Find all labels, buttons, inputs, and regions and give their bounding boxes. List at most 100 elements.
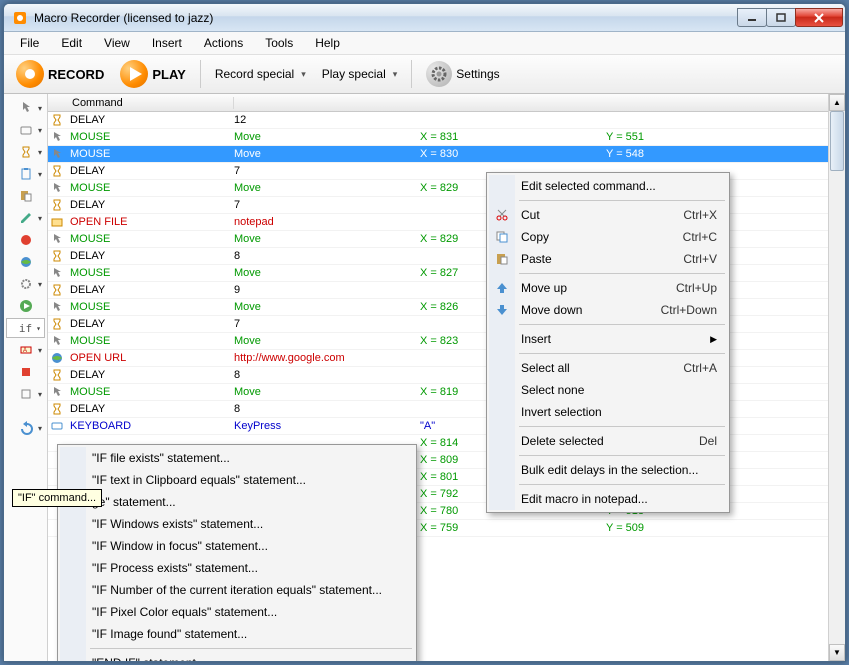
maximize-button[interactable] — [766, 8, 796, 27]
play-special-dropdown[interactable]: Play special — [316, 63, 404, 85]
window-title: Macro Recorder (licensed to jazz) — [34, 11, 738, 25]
context-menu-item[interactable]: Move upCtrl+Up — [489, 277, 727, 299]
context-menu-label: Cut — [521, 208, 540, 222]
if-menu-item[interactable]: "IF file exists" statement... — [60, 447, 414, 469]
if-menu-item[interactable]: "IF Number of the current iteration equa… — [60, 579, 414, 601]
table-row[interactable]: MOUSEMoveX = 831Y = 551 — [48, 129, 845, 146]
sidebar-mouse[interactable] — [6, 98, 45, 118]
menu-edit[interactable]: Edit — [51, 34, 92, 52]
row-command: DELAY — [66, 199, 234, 211]
app-window: Macro Recorder (licensed to jazz) File E… — [3, 3, 846, 662]
context-menu-shortcut: Ctrl+X — [653, 208, 717, 222]
row-param1: Move — [234, 233, 420, 245]
sidebar-keyboard[interactable] — [6, 120, 45, 140]
row-icon — [48, 335, 66, 347]
sidebar-clipboard[interactable] — [6, 164, 45, 184]
context-menu-item[interactable]: Select none — [489, 379, 727, 401]
sidebar-globe[interactable] — [6, 252, 45, 272]
row-param1: http://www.google.com — [234, 352, 420, 364]
context-menu-label: Bulk edit delays in the selection... — [521, 463, 698, 477]
row-command: MOUSE — [66, 301, 234, 313]
row-param1: Move — [234, 182, 420, 194]
context-menu-item[interactable]: PasteCtrl+V — [489, 248, 727, 270]
context-menu-shortcut: Del — [669, 434, 717, 448]
copy-icon — [493, 228, 511, 246]
context-menu-item[interactable]: Cut Ctrl+X — [489, 204, 727, 226]
if-menu-item[interactable]: "IF Process exists" statement... — [60, 557, 414, 579]
context-menu-separator — [519, 455, 725, 456]
context-menu-label: Invert selection — [521, 405, 602, 419]
settings-label: Settings — [456, 67, 499, 81]
record-special-dropdown[interactable]: Record special — [209, 63, 312, 85]
vertical-scrollbar[interactable]: ▲ ▼ — [828, 94, 845, 661]
menu-view[interactable]: View — [94, 34, 140, 52]
row-icon — [48, 182, 66, 194]
scroll-up-button[interactable]: ▲ — [829, 94, 845, 111]
settings-button[interactable]: Settings — [420, 59, 505, 89]
sidebar-if[interactable]: if — [6, 318, 45, 338]
if-menu-item[interactable]: "IF Window in focus" statement... — [60, 535, 414, 557]
context-menu-label: Select all — [521, 361, 570, 375]
row-icon — [48, 165, 66, 177]
sidebar-play2[interactable] — [6, 296, 45, 316]
context-menu-item[interactable]: Edit macro in notepad... — [489, 488, 727, 510]
row-param2: X = 830 — [420, 148, 606, 160]
table-row[interactable]: MOUSEMoveX = 830Y = 548 — [48, 146, 845, 163]
minimize-button[interactable] — [737, 8, 767, 27]
menu-help[interactable]: Help — [305, 34, 350, 52]
play-icon — [120, 60, 148, 88]
if-menu-item[interactable]: "IF Windows exists" statement... — [60, 513, 414, 535]
sidebar-gear2[interactable] — [6, 274, 45, 294]
column-command[interactable]: Command — [66, 97, 234, 109]
sidebar-box[interactable] — [6, 384, 45, 404]
row-command: DELAY — [66, 250, 234, 262]
sidebar-delay[interactable] — [6, 142, 45, 162]
scroll-down-button[interactable]: ▼ — [829, 644, 845, 661]
context-menu-item[interactable]: Insert▶ — [489, 328, 727, 350]
context-menu-item[interactable]: Move downCtrl+Down — [489, 299, 727, 321]
context-menu-item[interactable]: Delete selectedDel — [489, 430, 727, 452]
row-icon — [48, 318, 66, 330]
scroll-thumb[interactable] — [830, 111, 844, 171]
close-button[interactable] — [795, 8, 843, 27]
sidebar-record[interactable] — [6, 230, 45, 250]
menu-insert[interactable]: Insert — [142, 34, 192, 52]
if-menu-item[interactable]: "IF Image found" statement... — [60, 623, 414, 645]
if-menu-label: ge" statement... — [92, 495, 176, 509]
menu-file[interactable]: File — [10, 34, 49, 52]
grid-header: Command — [48, 94, 845, 112]
menu-actions[interactable]: Actions — [194, 34, 253, 52]
context-menu-item[interactable]: Invert selection — [489, 401, 727, 423]
sidebar-paste[interactable] — [6, 186, 45, 206]
context-menu-label: Insert — [521, 332, 551, 346]
sidebar-undo[interactable] — [6, 418, 45, 438]
if-menu-item[interactable]: "IF Pixel Color equals" statement... — [60, 601, 414, 623]
context-menu-label: Edit macro in notepad... — [521, 492, 648, 506]
row-icon — [48, 352, 66, 364]
table-row[interactable]: DELAY12 — [48, 112, 845, 129]
sidebar-stop[interactable] — [6, 362, 45, 382]
sidebar-pencil[interactable] — [6, 208, 45, 228]
if-menu-item[interactable]: "END IF" statement... — [60, 652, 414, 662]
if-menu-item[interactable]: "IF text in Clipboard equals" statement.… — [60, 469, 414, 491]
row-icon — [48, 216, 66, 228]
record-button[interactable]: RECORD — [10, 58, 110, 90]
context-menu-item[interactable]: CopyCtrl+C — [489, 226, 727, 248]
row-param1: 7 — [234, 318, 420, 330]
context-menu-separator — [519, 353, 725, 354]
if-menu-item[interactable]: ge" statement... — [60, 491, 414, 513]
sidebar-label[interactable]: A — [6, 340, 45, 360]
context-menu-label: Move down — [521, 303, 582, 317]
row-command: MOUSE — [66, 386, 234, 398]
context-menu-separator — [519, 484, 725, 485]
if-menu-separator — [90, 648, 412, 649]
context-menu-item[interactable]: Edit selected command... — [489, 175, 727, 197]
context-menu-item[interactable]: Select allCtrl+A — [489, 357, 727, 379]
if-menu-label: "IF Windows exists" statement... — [92, 517, 263, 531]
context-menu-item[interactable]: Bulk edit delays in the selection... — [489, 459, 727, 481]
play-button[interactable]: PLAY — [114, 58, 191, 90]
row-param1: Move — [234, 386, 420, 398]
menu-tools[interactable]: Tools — [255, 34, 303, 52]
row-command: MOUSE — [66, 267, 234, 279]
cut-icon — [493, 206, 511, 224]
